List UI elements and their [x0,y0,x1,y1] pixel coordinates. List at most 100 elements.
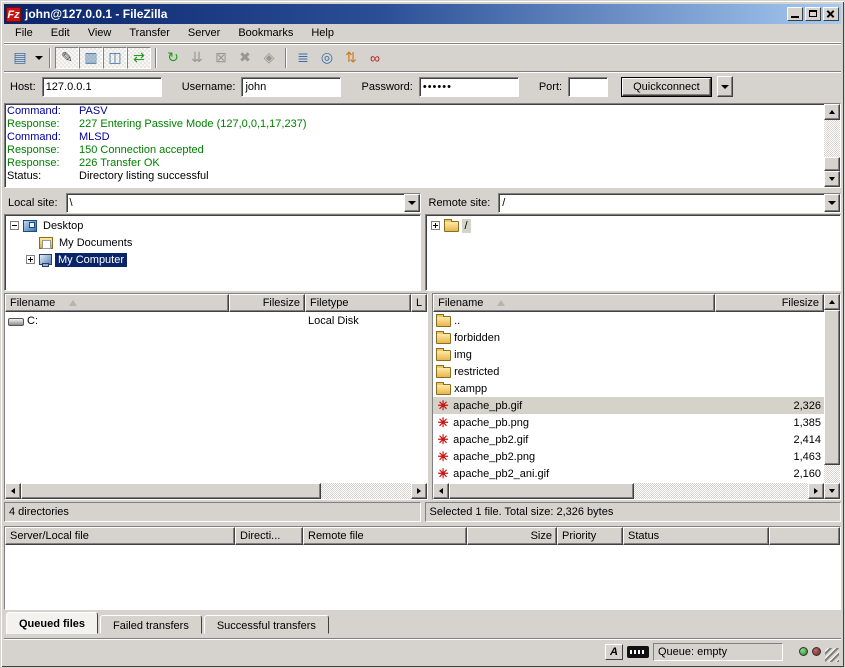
scroll-track[interactable] [321,483,411,499]
resize-grip[interactable] [825,648,839,662]
remote-file-rows[interactable]: .. forbidden img restricted xampp apache… [433,312,824,483]
menu-file[interactable]: File [6,25,42,41]
menu-server[interactable]: Server [179,25,229,41]
scroll-down-button[interactable] [824,483,840,499]
port-input[interactable] [568,77,608,97]
scroll-left-button[interactable] [433,483,449,499]
col-queue-remotefile[interactable]: Remote file [303,527,467,545]
log-line: Response:150 Connection accepted [7,144,822,157]
file-row-restricted[interactable]: restricted [433,363,824,380]
toggle-remote-tree-button[interactable]: ◫ [103,47,127,69]
toggle-queue-button[interactable]: ⇄ [127,47,151,69]
username-input[interactable] [241,77,341,97]
local-file-rows[interactable]: C: Local Disk [5,312,427,483]
queue-rows[interactable] [5,545,840,609]
directory-comparison-button[interactable]: ◎ [315,47,339,69]
scroll-left-button[interactable] [5,483,21,499]
tree-item-my-documents[interactable]: My Documents [22,234,419,251]
remote-list-hscrollbar[interactable] [433,483,824,499]
menu-transfer[interactable]: Transfer [120,25,179,41]
toggle-local-tree-button[interactable]: ▥ [79,47,103,69]
scroll-track[interactable] [824,465,840,483]
col-local-filetype[interactable]: Filetype [305,294,411,312]
tree-item-root[interactable]: / [427,217,840,234]
col-local-lastmodified[interactable]: L [411,294,427,312]
scroll-track[interactable] [634,483,808,499]
tab-queued-files[interactable]: Queued files [6,612,98,634]
col-remote-filesize[interactable]: Filesize [715,294,824,312]
col-queue-direction[interactable]: Directi... [235,527,303,545]
remote-site-dropdown[interactable] [824,194,840,212]
process-queue-button[interactable]: ⇊ [185,47,209,69]
password-input[interactable] [419,77,519,97]
close-button[interactable] [823,7,839,21]
disconnect-button[interactable]: ✖ [233,47,257,69]
local-site-dropdown[interactable] [404,194,420,212]
local-directory-tree[interactable]: Desktop My Documents My Computer [4,214,421,291]
remote-site-combobox[interactable]: / [498,193,841,213]
col-remote-filename[interactable]: Filename [433,294,715,312]
reconnect-button[interactable]: ◈ [257,47,281,69]
file-row-apache-pb-png[interactable]: apache_pb.png1,385 [433,414,824,431]
username-label: Username: [182,81,236,93]
menu-bookmarks[interactable]: Bookmarks [229,25,302,41]
col-queue-priority[interactable]: Priority [557,527,623,545]
scroll-thumb[interactable] [824,157,840,171]
binoculars-icon: ∞ [370,50,380,66]
col-queue-serverlocal[interactable]: Server/Local file [5,527,235,545]
file-row-img[interactable]: img [433,346,824,363]
menu-help[interactable]: Help [302,25,343,41]
quickconnect-button[interactable]: Quickconnect [622,78,711,96]
tab-failed-transfers[interactable]: Failed transfers [100,615,202,634]
file-row-apache-pb2-gif[interactable]: apache_pb2.gif2,414 [433,431,824,448]
remote-directory-tree[interactable]: / [425,214,842,291]
quickconnect-dropdown[interactable] [717,76,733,97]
maximize-button[interactable] [805,7,821,21]
remote-list-vscrollbar[interactable] [824,294,840,499]
file-row-parent[interactable]: .. [433,312,824,329]
scroll-up-button[interactable] [824,104,840,120]
file-row-apache-pb-gif[interactable]: apache_pb.gif2,326 [433,397,824,414]
file-row-c-drive[interactable]: C: Local Disk [5,312,427,329]
log-scrollbar[interactable] [824,104,840,187]
col-local-filename[interactable]: Filename [5,294,229,312]
col-queue-status[interactable]: Status [623,527,769,545]
toggle-message-log-button[interactable]: ✎ [55,47,79,69]
titlebar[interactable]: Fz john@127.0.0.1 - FileZilla [4,4,841,24]
menu-edit[interactable]: Edit [42,25,79,41]
site-manager-button[interactable]: ▤ [8,47,32,69]
scroll-down-button[interactable] [824,171,840,187]
file-row-apache-pb2-png[interactable]: apache_pb2.png1,463 [433,448,824,465]
synchronized-browsing-button[interactable]: ⇅ [339,47,363,69]
scroll-up-button[interactable] [824,294,840,310]
menu-view[interactable]: View [79,25,121,41]
scroll-track[interactable] [824,120,840,157]
cancel-operation-button[interactable]: ⊠ [209,47,233,69]
scroll-thumb[interactable] [21,483,321,499]
file-row-apache-pb2-ani-gif[interactable]: apache_pb2_ani.gif2,160 [433,465,824,482]
speed-limit-icon[interactable] [627,646,649,658]
local-site-combobox[interactable]: \ [66,193,421,213]
col-local-filesize[interactable]: Filesize [229,294,305,312]
find-files-button[interactable]: ∞ [363,47,387,69]
transfer-type-indicator[interactable]: A [605,644,623,660]
refresh-button[interactable]: ↻ [161,47,185,69]
tree-item-my-computer[interactable]: My Computer [22,251,419,268]
local-list-hscrollbar[interactable] [5,483,427,499]
expand-icon[interactable] [431,221,440,230]
host-input[interactable] [42,77,162,97]
scroll-thumb[interactable] [449,483,634,499]
collapse-icon[interactable] [10,221,19,230]
tab-successful-transfers[interactable]: Successful transfers [204,615,329,634]
minimize-button[interactable] [787,7,803,21]
tree-item-desktop[interactable]: Desktop [6,217,419,234]
scroll-thumb[interactable] [824,310,840,465]
site-manager-dropdown[interactable] [32,47,45,69]
file-row-xampp[interactable]: xampp [433,380,824,397]
directory-filters-button[interactable]: ≣ [291,47,315,69]
scroll-right-button[interactable] [808,483,824,499]
scroll-right-button[interactable] [411,483,427,499]
file-row-forbidden[interactable]: forbidden [433,329,824,346]
col-queue-size[interactable]: Size [467,527,557,545]
expand-icon[interactable] [26,255,35,264]
